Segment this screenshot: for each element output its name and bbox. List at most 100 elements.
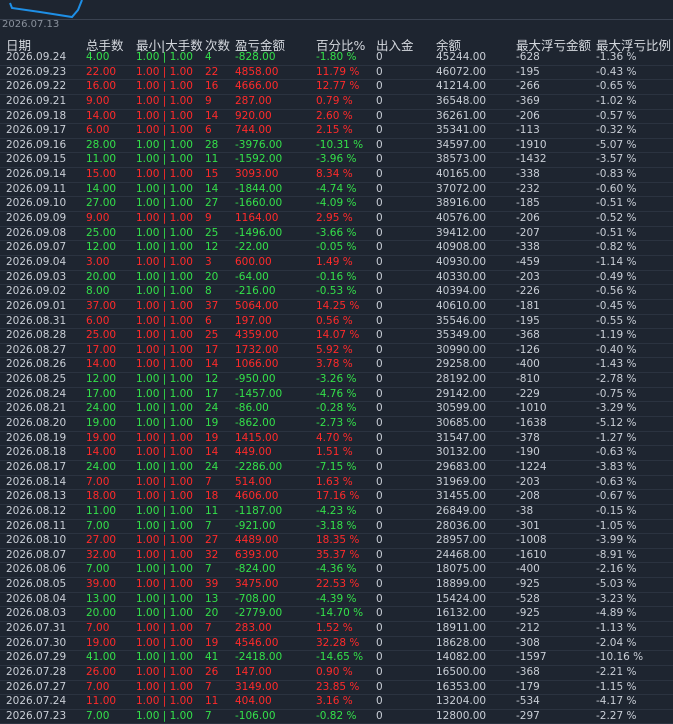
table-row[interactable]: 2026.09.02 8.00 1.00 | 1.00 8 -216.00 -0.53 %… [0, 285, 673, 300]
table-row[interactable]: 2026.08.20 19.00 1.00 | 1.00 19 -862.00 -2.73… [0, 417, 673, 432]
date-cell: 2026.07.23 [6, 709, 67, 722]
table-row[interactable]: 2026.08.03 20.00 1.00 | 1.00 20 -2779.00 -14.… [0, 607, 673, 622]
chart-date-label: 2026.07.13 [2, 19, 60, 30]
min-max-lots-cell: 1.00 | 1.00 [136, 387, 193, 400]
profit-loss-cell: 449.00 [235, 446, 272, 459]
date-cell: 2026.09.24 [6, 51, 67, 63]
deposit-cell: 0 [376, 94, 383, 107]
trade-count-cell: 22 [205, 65, 219, 78]
table-row[interactable]: 2026.09.09 9.00 1.00 | 1.00 9 1164.00 2.95 % 0… [0, 212, 673, 227]
table-row[interactable]: 2026.07.29 41.00 1.00 | 1.00 41 -2418.00 -14.… [0, 651, 673, 666]
table-row[interactable]: 2026.08.26 14.00 1.00 | 1.00 14 1066.00 3.78 … [0, 358, 673, 374]
table-row[interactable]: 2026.08.31 6.00 1.00 | 1.00 6 197.00 0.56 % 0 3… [0, 315, 673, 330]
min-max-lots-cell: 1.00 | 1.00 [136, 124, 193, 137]
trade-count-cell: 11 [205, 695, 219, 708]
profit-loss-cell: 4606.00 [235, 490, 279, 503]
table-row[interactable]: 2026.07.28 26.00 1.00 | 1.00 26 147.00 0.90 %… [0, 666, 673, 681]
table-row[interactable]: 2026.08.11 7.00 1.00 | 1.00 7 -921.00 -3.18 %… [0, 520, 673, 535]
table-row[interactable]: 2026.09.10 27.00 1.00 | 1.00 27 -1660.00 -4.0… [0, 197, 673, 213]
date-cell: 2026.08.21 [6, 402, 67, 415]
table-row[interactable]: 2026.08.14 7.00 1.00 | 1.00 7 514.00 1.63 % 0 3… [0, 476, 673, 491]
balance-cell: 15424.00 [436, 592, 487, 605]
table-row[interactable]: 2026.09.11 14.00 1.00 | 1.00 14 -1844.00 -4.7… [0, 183, 673, 198]
table-row[interactable]: 2026.09.01 37.00 1.00 | 1.00 37 5064.00 14.25… [0, 300, 673, 315]
table-row[interactable]: 2026.08.25 12.00 1.00 | 1.00 12 -950.00 -3.26… [0, 373, 673, 388]
table-row[interactable]: 2026.09.17 6.00 1.00 | 1.00 6 744.00 2.15 % 0 3… [0, 124, 673, 139]
deposit-cell: 0 [376, 695, 383, 708]
profit-loss-cell: -2418.00 [235, 651, 283, 664]
table-row[interactable]: 2026.09.08 25.00 1.00 | 1.00 25 -1496.00 -3.6… [0, 227, 673, 242]
table-row[interactable]: 2026.08.05 39.00 1.00 | 1.00 39 3475.00 22.53… [0, 578, 673, 593]
table-row[interactable]: 2026.09.04 3.00 1.00 | 1.00 3 600.00 1.49 % 0 4… [0, 256, 673, 271]
table-row[interactable]: 2026.08.28 25.00 1.00 | 1.00 25 4359.00 14.07… [0, 329, 673, 344]
table-row[interactable]: 2026.09.24 4.00 1.00 | 1.00 4 -828.00 -1.80 %… [0, 51, 673, 66]
date-cell: 2026.08.03 [6, 607, 67, 620]
table-row[interactable]: 2026.07.23 7.00 1.00 | 1.00 7 -106.00 -0.82 %… [0, 710, 673, 724]
table-row[interactable]: 2026.08.07 32.00 1.00 | 1.00 32 6393.00 35.37… [0, 549, 673, 564]
max-floating-loss-cell: -308 [516, 636, 540, 649]
table-row[interactable]: 2026.08.12 11.00 1.00 | 1.00 11 -1187.00 -4.2… [0, 505, 673, 520]
total-lots-cell: 14.00 [86, 182, 117, 195]
table-row[interactable]: 2026.09.15 11.00 1.00 | 1.00 11 -1592.00 -3.9… [0, 153, 673, 169]
profit-loss-cell: 3149.00 [235, 680, 279, 693]
max-floating-loss-cell: -190 [516, 446, 540, 459]
profit-loss-cell: -708.00 [235, 592, 276, 605]
profit-loss-cell: 4858.00 [235, 65, 279, 78]
max-floating-loss-cell: -628 [516, 51, 540, 63]
date-cell: 2026.09.01 [6, 299, 67, 312]
table-row[interactable]: 2026.09.16 28.00 1.00 | 1.00 28 -3976.00 -10.… [0, 139, 673, 154]
profit-loss-cell: 287.00 [235, 94, 272, 107]
table-row[interactable]: 2026.08.10 27.00 1.00 | 1.00 27 4489.00 18.35… [0, 534, 673, 549]
max-floating-loss-ratio-cell: -0.60 % [596, 182, 637, 195]
table-row[interactable]: 2026.08.21 24.00 1.00 | 1.00 24 -86.00 -0.28 … [0, 402, 673, 418]
total-lots-cell: 14.00 [86, 446, 117, 459]
max-floating-loss-ratio-cell: -0.40 % [596, 343, 637, 356]
table-row[interactable]: 2026.09.21 9.00 1.00 | 1.00 9 287.00 0.79 % 0 3… [0, 95, 673, 110]
profit-loss-cell: -106.00 [235, 709, 276, 722]
table-row[interactable]: 2026.08.04 13.00 1.00 | 1.00 13 -708.00 -4.39… [0, 593, 673, 608]
min-max-lots-cell: 1.00 | 1.00 [136, 153, 193, 166]
table-row[interactable]: 2026.09.07 12.00 1.00 | 1.00 12 -22.00 -0.05 … [0, 241, 673, 256]
table-row[interactable]: 2026.09.23 22.00 1.00 | 1.00 22 4858.00 11.79… [0, 66, 673, 81]
min-max-lots-cell: 1.00 | 1.00 [136, 80, 193, 93]
balance-cell: 34597.00 [436, 138, 487, 151]
table-row[interactable]: 2026.08.06 7.00 1.00 | 1.00 7 -824.00 -4.36 %… [0, 563, 673, 579]
deposit-cell: 0 [376, 665, 383, 678]
date-cell: 2026.08.17 [6, 460, 67, 473]
trade-count-cell: 20 [205, 270, 219, 283]
table-row[interactable]: 2026.09.03 20.00 1.00 | 1.00 20 -64.00 -0.16 … [0, 271, 673, 286]
table-row[interactable]: 2026.08.18 14.00 1.00 | 1.00 14 449.00 1.51 %… [0, 446, 673, 461]
table-row[interactable]: 2026.08.24 17.00 1.00 | 1.00 17 -1457.00 -4.7… [0, 388, 673, 403]
max-floating-loss-ratio-cell: -3.57 % [596, 153, 637, 166]
date-cell: 2026.07.30 [6, 636, 67, 649]
percent-cell: -4.23 % [316, 504, 357, 517]
max-floating-loss-cell: -1638 [516, 417, 547, 430]
table-row[interactable]: 2026.07.24 11.00 1.00 | 1.00 11 404.00 3.16 %… [0, 695, 673, 710]
trade-count-cell: 15 [205, 168, 219, 181]
table-row[interactable]: 2026.07.31 7.00 1.00 | 1.00 7 283.00 1.52 % 0 1… [0, 622, 673, 637]
min-max-lots-cell: 1.00 | 1.00 [136, 373, 193, 386]
table-row[interactable]: 2026.08.13 18.00 1.00 | 1.00 18 4606.00 17.16… [0, 490, 673, 505]
date-cell: 2026.08.27 [6, 343, 67, 356]
date-cell: 2026.07.24 [6, 695, 67, 708]
max-floating-loss-cell: -400 [516, 563, 540, 576]
max-floating-loss-cell: -1008 [516, 534, 547, 547]
total-lots-cell: 11.00 [86, 504, 117, 517]
table-row[interactable]: 2026.07.30 19.00 1.00 | 1.00 19 4546.00 32.28… [0, 637, 673, 652]
table-row[interactable]: 2026.09.22 16.00 1.00 | 1.00 16 4666.00 12.77… [0, 80, 673, 95]
date-cell: 2026.09.10 [6, 197, 67, 210]
table-row[interactable]: 2026.08.19 19.00 1.00 | 1.00 19 1415.00 4.70 … [0, 432, 673, 447]
table-row[interactable]: 2026.08.27 17.00 1.00 | 1.00 17 1732.00 5.92 … [0, 344, 673, 359]
max-floating-loss-cell: -400 [516, 358, 540, 371]
percent-cell: -4.09 % [316, 197, 357, 210]
table-row[interactable]: 2026.09.18 14.00 1.00 | 1.00 14 920.00 2.60 %… [0, 110, 673, 125]
balance-cell: 31455.00 [436, 490, 487, 503]
date-cell: 2026.08.12 [6, 504, 67, 517]
percent-cell: 2.60 % [316, 109, 353, 122]
table-row[interactable]: 2026.08.17 24.00 1.00 | 1.00 24 -2286.00 -7.1… [0, 461, 673, 476]
date-cell: 2026.09.04 [6, 255, 67, 268]
max-floating-loss-cell: -195 [516, 65, 540, 78]
table-row[interactable]: 2026.09.14 15.00 1.00 | 1.00 15 3093.00 8.34 … [0, 168, 673, 183]
min-max-lots-cell: 1.00 | 1.00 [136, 299, 193, 312]
profit-loss-cell: -824.00 [235, 563, 276, 576]
